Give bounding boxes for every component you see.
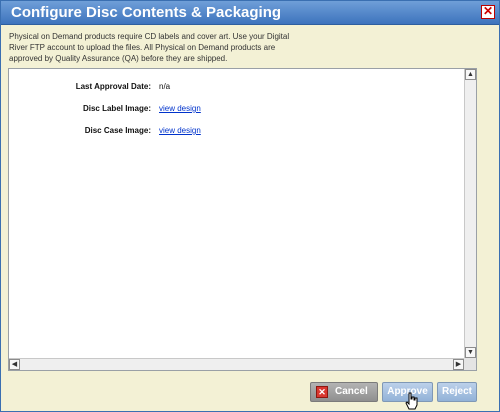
vertical-scrollbar[interactable]: ▲ ▼ [464, 69, 476, 370]
close-button[interactable]: ✕ [481, 5, 495, 19]
content-panel: Last Approval Date: n/a Disc Label Image… [8, 68, 477, 371]
last-approval-value: n/a [159, 82, 171, 91]
cancel-label: Cancel [335, 386, 368, 397]
scroll-corner [464, 358, 476, 370]
arrow-right-icon: ▶ [455, 361, 462, 368]
last-approval-label: Last Approval Date: [75, 82, 151, 91]
cancel-button[interactable]: ✕ Cancel [310, 382, 378, 402]
x-icon: ✕ [316, 386, 328, 398]
disc-case-image-label: Disc Case Image: [84, 126, 151, 135]
reject-button[interactable]: Reject [437, 382, 477, 402]
disc-case-view-design-link[interactable]: view design [159, 126, 201, 135]
dialog-titlebar: Configure Disc Contents & Packaging ✕ [1, 1, 499, 25]
close-icon: ✕ [482, 4, 494, 18]
arrow-up-icon: ▲ [467, 71, 474, 78]
hand-pointer-icon [405, 392, 418, 410]
intro-text: Physical on Demand products require CD l… [9, 32, 290, 63]
scroll-down-button[interactable]: ▼ [465, 347, 476, 358]
scroll-left-button[interactable]: ◀ [9, 359, 20, 370]
arrow-down-icon: ▼ [467, 349, 474, 356]
dialog-title: Configure Disc Contents & Packaging [11, 4, 282, 21]
scroll-up-button[interactable]: ▲ [465, 69, 476, 80]
disc-label-image-label: Disc Label Image: [82, 104, 151, 113]
arrow-left-icon: ◀ [11, 361, 18, 368]
disc-label-view-design-link[interactable]: view design [159, 104, 201, 113]
reject-label: Reject [441, 386, 472, 397]
scroll-right-button[interactable]: ▶ [453, 359, 464, 370]
horizontal-scrollbar[interactable]: ◀ ▶ [9, 358, 464, 370]
dialog: Configure Disc Contents & Packaging ✕ Ph… [0, 0, 500, 412]
